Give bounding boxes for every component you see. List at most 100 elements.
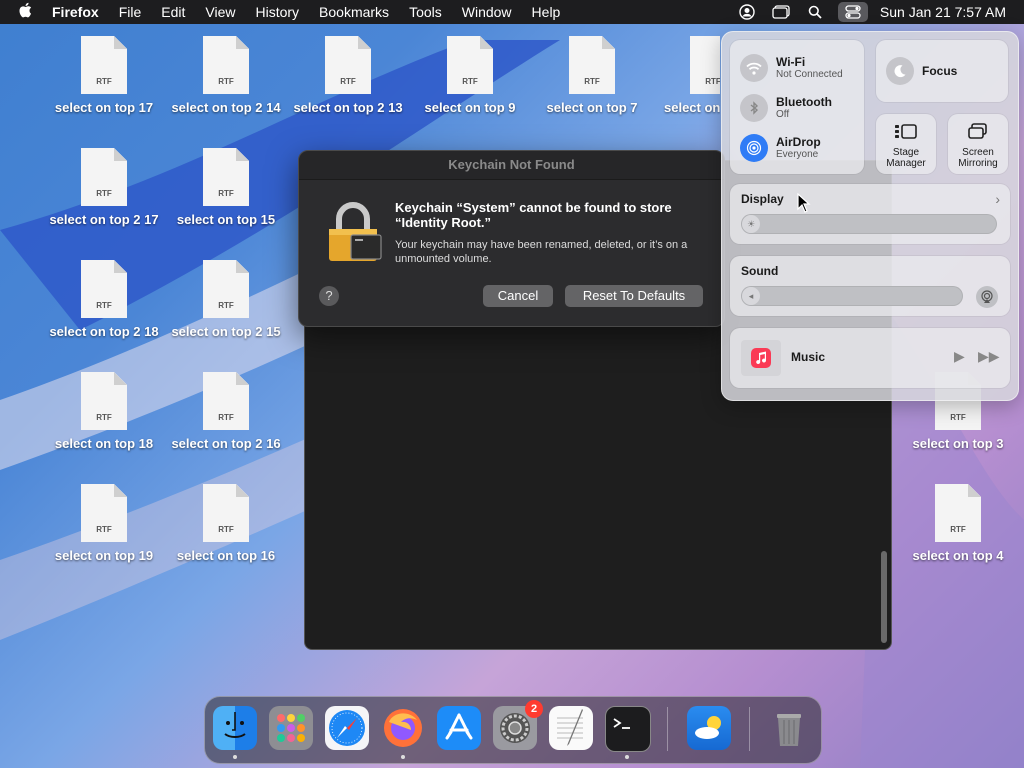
- user-icon[interactable]: [736, 3, 758, 21]
- airdrop-toggle[interactable]: AirDrop Everyone: [740, 134, 821, 162]
- display-tile: Display › ☀: [730, 184, 1010, 244]
- dialog-title: Keychain Not Found: [448, 157, 575, 172]
- rtf-file-icon: RTF: [690, 36, 720, 94]
- desktop-file[interactable]: RTF select on top 4: [898, 484, 1018, 563]
- chevron-right-icon[interactable]: ›: [995, 191, 1000, 207]
- wifi-toggle[interactable]: Wi-Fi Not Connected: [740, 54, 843, 82]
- safari-icon[interactable]: [325, 706, 369, 750]
- bluetooth-status: Off: [776, 109, 790, 120]
- rtf-file-icon: RTF: [203, 148, 249, 206]
- desktop-file[interactable]: RTF select on top 2 14: [166, 36, 286, 115]
- menu-window[interactable]: Window: [462, 4, 512, 20]
- menu-tools[interactable]: Tools: [409, 4, 442, 20]
- trash-icon[interactable]: [767, 706, 811, 750]
- textedit-icon[interactable]: [549, 706, 593, 750]
- speaker-icon: ◂: [742, 287, 760, 305]
- desktop-file[interactable]: RTF select on top 2 17: [44, 148, 164, 227]
- finder-icon[interactable]: [213, 706, 257, 750]
- brightness-slider[interactable]: ☀: [741, 214, 997, 234]
- screen-mirroring-icon: [968, 123, 987, 139]
- desktop-file[interactable]: RTF select on: [654, 36, 720, 115]
- menu-bookmarks[interactable]: Bookmarks: [319, 4, 389, 20]
- desktop-file[interactable]: RTF select on top 7: [532, 36, 652, 115]
- file-label: select on top 2 13: [293, 100, 403, 115]
- file-label: select on top 7: [546, 100, 638, 115]
- system-settings-icon[interactable]: 2: [493, 700, 543, 750]
- running-indicator: [625, 755, 629, 759]
- app-menu[interactable]: Firefox: [52, 4, 99, 20]
- reset-to-defaults-button[interactable]: Reset To Defaults: [565, 285, 703, 307]
- stage-manager-label: Stage Manager: [886, 147, 926, 169]
- weather-icon[interactable]: [687, 706, 731, 750]
- file-label: select on top 2 18: [49, 324, 159, 339]
- help-button[interactable]: ?: [319, 286, 339, 306]
- desktop-file[interactable]: RTF select on top 16: [166, 484, 286, 563]
- sound-title: Sound: [741, 264, 779, 278]
- file-label: select on top 9: [424, 100, 516, 115]
- firefox-icon[interactable]: [381, 706, 425, 750]
- screen-mirroring-tile[interactable]: Screen Mirroring: [948, 114, 1008, 174]
- rtf-file-icon: RTF: [81, 260, 127, 318]
- sound-tile: Sound ◂: [730, 256, 1010, 316]
- music-app-icon: [741, 340, 781, 376]
- volume-slider[interactable]: ◂: [741, 286, 963, 306]
- desktop-file[interactable]: RTF select on top 2 16: [166, 372, 286, 451]
- menu-clock[interactable]: Sun Jan 21 7:57 AM: [880, 4, 1006, 20]
- desktop-file[interactable]: RTF select on top 2 18: [44, 260, 164, 339]
- terminal-icon[interactable]: [605, 706, 651, 752]
- network-tile: Wi-Fi Not Connected Bluetooth Off AirDro…: [730, 40, 864, 174]
- keychain-lock-icon: [329, 202, 382, 261]
- scrollbar-thumb[interactable]: [881, 551, 887, 643]
- desktop-file[interactable]: RTF select on top 2 15: [166, 260, 286, 339]
- rtf-file-icon: RTF: [203, 260, 249, 318]
- fast-forward-icon[interactable]: ▶▶: [978, 348, 1000, 365]
- airplay-audio-icon[interactable]: [976, 286, 998, 308]
- app-store-icon[interactable]: [437, 706, 481, 750]
- control-center-icon[interactable]: [837, 2, 868, 22]
- keychain-dialog: Keychain Not Found Keychain “System” can…: [298, 150, 725, 327]
- file-label: select on: [664, 100, 720, 115]
- bluetooth-toggle[interactable]: Bluetooth Off: [740, 94, 832, 122]
- file-label: select on top 15: [176, 212, 276, 227]
- running-indicator: [401, 755, 405, 759]
- desktop-file[interactable]: RTF select on top 15: [166, 148, 286, 227]
- notification-badge: 2: [525, 700, 543, 718]
- desktop-file[interactable]: RTF select on top 19: [44, 484, 164, 563]
- menu-history[interactable]: History: [255, 4, 299, 20]
- desktop-file[interactable]: RTF select on top 18: [44, 372, 164, 451]
- file-label: select on top 2 14: [171, 100, 281, 115]
- menu-view[interactable]: View: [205, 4, 235, 20]
- menu-file[interactable]: File: [119, 4, 142, 20]
- focus-tile[interactable]: Focus: [876, 40, 1008, 102]
- cancel-button[interactable]: Cancel: [483, 285, 553, 307]
- dialog-heading: Keychain “System” cannot be found to sto…: [395, 200, 672, 230]
- sun-icon: ☀: [742, 215, 760, 233]
- search-icon[interactable]: [804, 3, 826, 21]
- window-icon[interactable]: [770, 3, 792, 21]
- rtf-file-icon: RTF: [203, 372, 249, 430]
- menu-bar: Firefox File Edit View History Bookmarks…: [0, 0, 1024, 24]
- desktop-file[interactable]: RTF select on top 2 13: [288, 36, 408, 115]
- dock: 2: [204, 696, 822, 764]
- menu-edit[interactable]: Edit: [161, 4, 185, 20]
- desktop-file[interactable]: RTF select on top 17: [44, 36, 164, 115]
- rtf-file-icon: RTF: [203, 36, 249, 94]
- bluetooth-icon: [740, 94, 768, 122]
- stage-manager-icon: [895, 124, 917, 139]
- music-title: Music: [791, 350, 826, 364]
- desktop-file[interactable]: RTF select on top 9: [410, 36, 530, 115]
- rtf-file-icon: RTF: [81, 148, 127, 206]
- running-indicator: [233, 755, 237, 759]
- focus-label: Focus: [922, 64, 958, 78]
- launchpad-icon[interactable]: [269, 706, 313, 750]
- music-tile[interactable]: Music ▶ ▶▶: [730, 328, 1010, 388]
- bluetooth-title: Bluetooth: [776, 95, 832, 109]
- play-icon[interactable]: ▶: [954, 348, 965, 365]
- control-center-panel: Wi-Fi Not Connected Bluetooth Off AirDro…: [721, 31, 1019, 401]
- menu-help[interactable]: Help: [532, 4, 561, 20]
- file-label: select on top 2 16: [171, 436, 281, 451]
- airdrop-title: AirDrop: [776, 135, 821, 149]
- apple-menu-icon[interactable]: [18, 2, 34, 22]
- wifi-icon: [740, 54, 768, 82]
- stage-manager-tile[interactable]: Stage Manager: [876, 114, 936, 174]
